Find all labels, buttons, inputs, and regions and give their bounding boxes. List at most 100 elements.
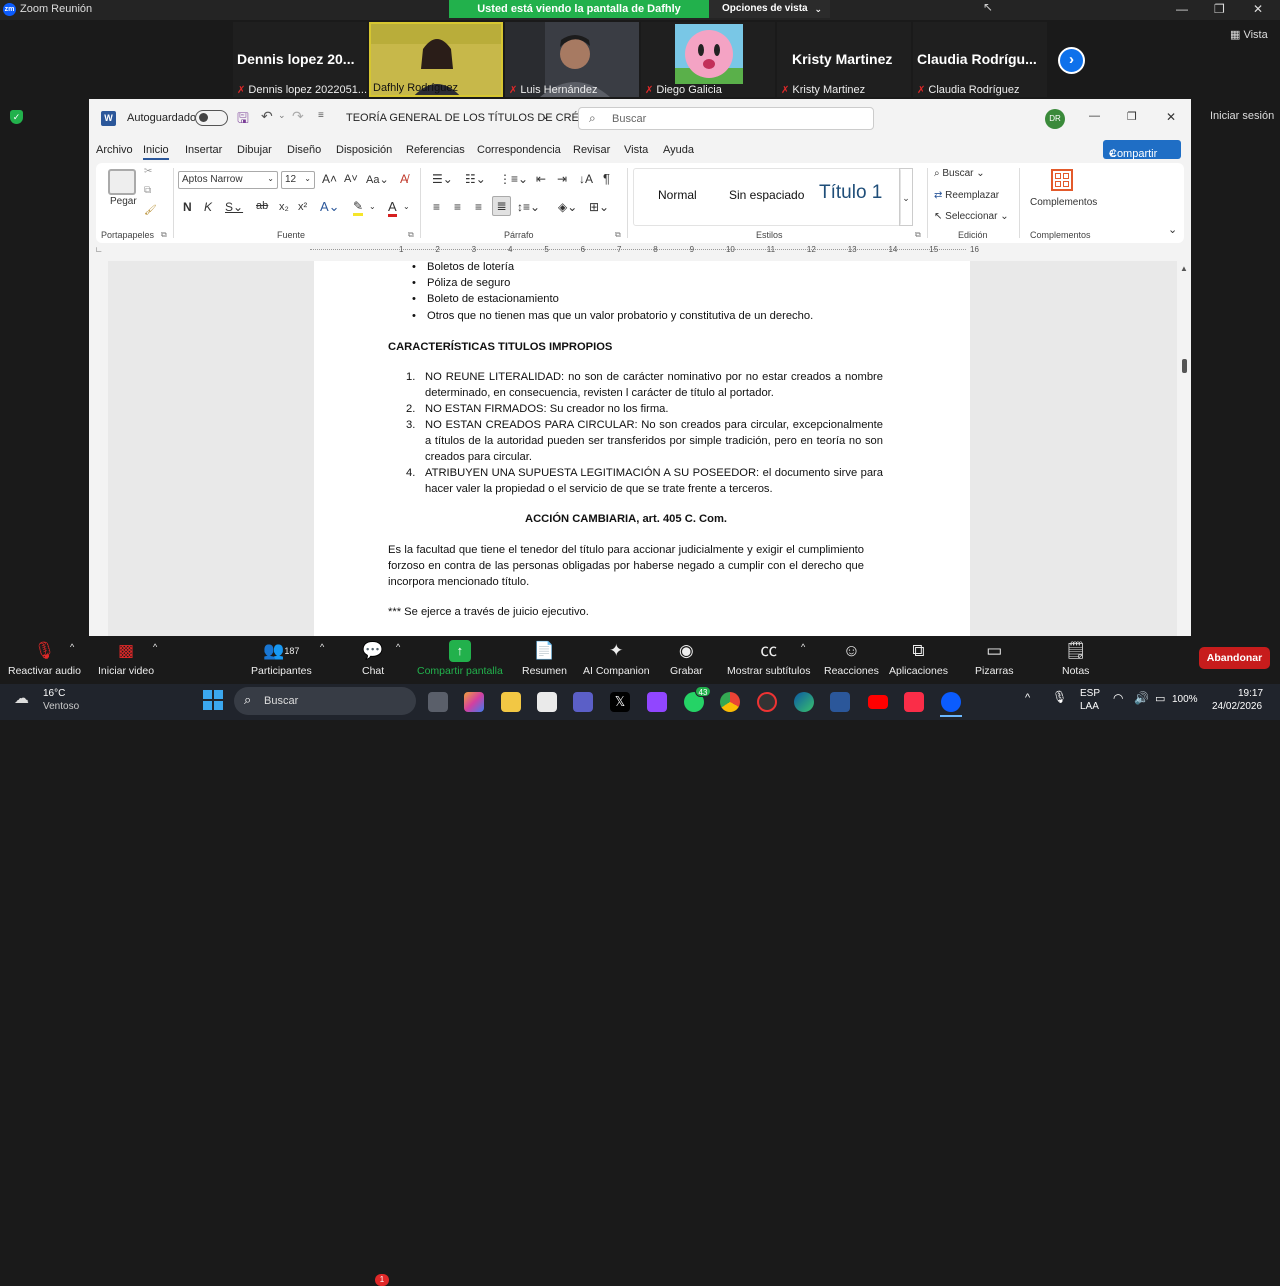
italic-icon[interactable]: K bbox=[204, 200, 212, 214]
notes-button[interactable]: 🗒 Notas bbox=[1062, 640, 1089, 677]
word-restore-icon[interactable]: ❐ bbox=[1127, 110, 1137, 123]
style-heading-1[interactable]: Título 1 bbox=[819, 182, 882, 204]
clipboard-launcher-icon[interactable]: ⧉ bbox=[161, 230, 167, 240]
styles-more-icon[interactable]: ⌄ bbox=[899, 168, 913, 226]
title-dropdown-icon[interactable]: ⌄ bbox=[541, 109, 550, 122]
participant-tile[interactable]: ✗ Luis Hernández bbox=[505, 22, 639, 97]
tab-dibujar[interactable]: Dibujar bbox=[237, 144, 272, 156]
weather-temp[interactable]: 16°C bbox=[43, 688, 65, 699]
teams-icon[interactable] bbox=[573, 692, 593, 712]
battery-icon[interactable]: ▭ bbox=[1155, 692, 1165, 705]
paste-icon[interactable] bbox=[108, 169, 136, 195]
apps-button[interactable]: ⧉ Aplicaciones bbox=[889, 640, 948, 677]
grow-font-icon[interactable]: A˄ bbox=[322, 172, 337, 186]
autosave-toggle[interactable] bbox=[195, 110, 228, 126]
add-ins-label[interactable]: Complementos bbox=[1030, 197, 1097, 208]
captions-options-icon[interactable]: ^ bbox=[801, 642, 805, 652]
participant-tile[interactable]: ✗ Diego Galicia bbox=[641, 22, 775, 97]
maximize-icon[interactable]: ❐ bbox=[1214, 2, 1225, 16]
scroll-thumb[interactable] bbox=[1182, 359, 1187, 373]
shrink-font-icon[interactable]: A˅ bbox=[344, 173, 358, 185]
underline-icon[interactable]: S⌄ bbox=[225, 200, 243, 214]
music-icon[interactable] bbox=[904, 692, 924, 712]
font-launcher-icon[interactable]: ⧉ bbox=[408, 230, 414, 240]
tab-inicio[interactable]: Inicio bbox=[143, 144, 169, 160]
select-button[interactable]: ↖ Seleccionar ⌄ bbox=[934, 211, 1009, 222]
sign-in-label[interactable]: Iniciar sesión bbox=[1210, 110, 1274, 122]
search-box[interactable]: ⌕ Buscar bbox=[578, 107, 874, 130]
close-icon[interactable]: ✕ bbox=[1253, 2, 1263, 16]
weather-icon[interactable]: ☁ bbox=[14, 689, 29, 707]
justify-icon[interactable]: ≣ bbox=[492, 196, 511, 216]
encryption-shield-icon[interactable]: ✓ bbox=[10, 110, 23, 124]
participants-button[interactable]: 👥187 Participantes bbox=[251, 640, 312, 677]
share-screen-button[interactable]: ↑ Compartir pantalla bbox=[417, 640, 503, 677]
audio-options-icon[interactable]: ^ bbox=[70, 642, 74, 652]
font-color-dropdown-icon[interactable]: ⌄ bbox=[403, 202, 410, 211]
next-page-button[interactable]: › bbox=[1058, 47, 1085, 74]
chat-button[interactable]: 💬 Chat bbox=[362, 640, 384, 677]
participant-tile-active-speaker[interactable]: Dafhly Rodríguez bbox=[369, 22, 503, 97]
tab-archivo[interactable]: Archivo bbox=[96, 144, 133, 156]
add-ins-icon[interactable] bbox=[1051, 169, 1073, 191]
line-spacing-icon[interactable]: ↕≡⌄ bbox=[517, 200, 540, 214]
start-icon[interactable] bbox=[203, 690, 223, 710]
app-icon[interactable] bbox=[757, 692, 777, 712]
sort-icon[interactable]: ↓A bbox=[579, 172, 593, 186]
bold-icon[interactable]: N bbox=[183, 200, 192, 214]
format-painter-icon[interactable]: 🖌 bbox=[144, 205, 157, 216]
document-page[interactable]: Boletos de lotería Póliza de seguro Bole… bbox=[314, 259, 970, 636]
volume-icon[interactable]: 🔊 bbox=[1134, 691, 1149, 705]
superscript-icon[interactable]: x² bbox=[298, 201, 307, 213]
subscript-icon[interactable]: x₂ bbox=[279, 201, 289, 213]
tab-vista[interactable]: Vista bbox=[624, 144, 648, 156]
save-icon[interactable]: 🖫 bbox=[237, 108, 249, 132]
tab-selector-icon[interactable]: ∟ bbox=[95, 245, 103, 254]
highlight-icon[interactable]: ✎ bbox=[353, 199, 364, 216]
collapse-ribbon-icon[interactable]: ⌄ bbox=[1168, 223, 1177, 236]
text-effects-icon[interactable]: A⌄ bbox=[320, 199, 340, 215]
vertical-scrollbar[interactable]: ▲ bbox=[1177, 261, 1191, 636]
clock-time[interactable]: 19:17 bbox=[1238, 688, 1263, 699]
participant-tile[interactable]: Kristy Martinez ✗ Kristy Martinez bbox=[777, 22, 911, 97]
increase-indent-icon[interactable]: ⇥ bbox=[557, 172, 567, 186]
copy-icon[interactable]: ⧉ bbox=[144, 185, 151, 196]
task-view-icon[interactable] bbox=[428, 692, 448, 712]
undo-icon[interactable]: ↶ bbox=[261, 108, 273, 125]
tab-diseno[interactable]: Diseño bbox=[287, 144, 321, 156]
word-close-icon[interactable]: ✕ bbox=[1166, 110, 1176, 124]
microphone-icon[interactable]: 🎙 bbox=[1052, 690, 1067, 704]
redo-icon[interactable]: ↷ bbox=[292, 108, 304, 125]
undo-dropdown-icon[interactable]: ⌄ bbox=[278, 110, 286, 121]
font-name-select[interactable]: Aptos Narrow ⌄ bbox=[178, 171, 278, 189]
x-app-icon[interactable]: 𝕏 bbox=[610, 692, 630, 712]
multilevel-list-icon[interactable]: ⋮≡⌄ bbox=[499, 172, 528, 186]
twitch-icon[interactable] bbox=[647, 692, 667, 712]
youtube-icon[interactable] bbox=[868, 695, 888, 709]
style-no-spacing[interactable]: Sin espaciado bbox=[729, 188, 804, 202]
language-1[interactable]: ESP bbox=[1080, 688, 1100, 699]
numbering-icon[interactable]: ☷⌄ bbox=[465, 172, 486, 186]
tab-referencias[interactable]: Referencias bbox=[406, 144, 465, 156]
replace-button[interactable]: ⇄ Reemplazar bbox=[934, 190, 999, 201]
font-color-icon[interactable]: A bbox=[388, 199, 397, 217]
word-minimize-icon[interactable]: — bbox=[1089, 110, 1100, 122]
document-title[interactable]: TEORÍA GENERAL DE LOS TÍTULOS DE CRÉ... bbox=[346, 112, 588, 124]
ai-companion-button[interactable]: ✦ AI Companion bbox=[583, 640, 650, 677]
clear-formatting-icon[interactable]: A̸ bbox=[400, 172, 408, 186]
participant-tile[interactable]: Claudia Rodrígu... ✗ Claudia Rodríguez bbox=[913, 22, 1047, 97]
leave-button[interactable]: Abandonar bbox=[1199, 647, 1270, 669]
tab-insertar[interactable]: Insertar bbox=[185, 144, 222, 156]
minimize-icon[interactable]: — bbox=[1176, 2, 1188, 16]
view-options-button[interactable]: Opciones de vista ⌄ bbox=[709, 0, 830, 18]
edge-icon[interactable] bbox=[794, 692, 814, 712]
show-formatting-icon[interactable]: ¶ bbox=[603, 171, 610, 186]
align-center-icon[interactable]: ≡ bbox=[454, 200, 461, 214]
styles-launcher-icon[interactable]: ⧉ bbox=[915, 230, 921, 240]
show-hidden-icons[interactable]: ^ bbox=[1025, 692, 1030, 704]
file-explorer-icon[interactable] bbox=[501, 692, 521, 712]
share-button[interactable]: ⇪ Compartir ▾ bbox=[1103, 140, 1181, 160]
tab-disposicion[interactable]: Disposición bbox=[336, 144, 392, 156]
style-normal[interactable]: Normal bbox=[658, 188, 697, 202]
customize-quick-access-icon[interactable]: ≡ bbox=[318, 110, 324, 121]
